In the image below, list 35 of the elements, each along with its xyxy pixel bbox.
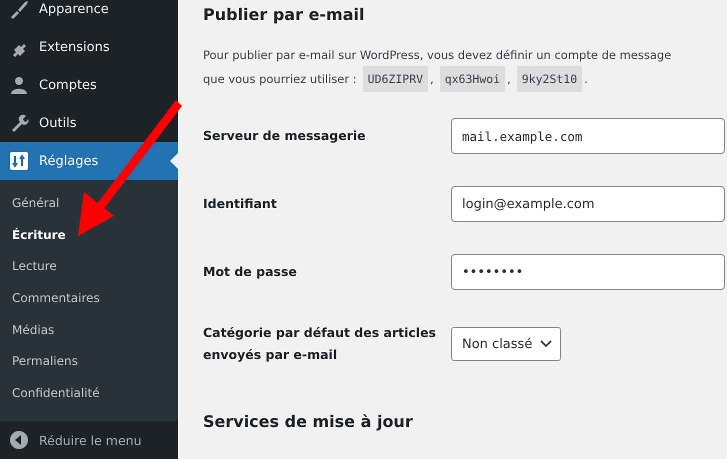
intro-text: Pour publier par e-mail sur WordPress, vous devez définir un compte de message [203,47,672,64]
submenu-item[interactable]: Général [0,188,178,220]
submenu-item[interactable]: Commentaires [0,283,178,315]
section-heading: Services de mise à jour [203,411,414,433]
section-heading: Publier par e-mail [203,4,366,26]
field-label: Mot de passe [203,263,298,281]
code-snippet: 9ky2St10 [516,66,582,92]
field-label: Catégorie par défaut des articles envoyés par e-mail [203,324,437,364]
submenu-item[interactable]: Confidentialité [0,378,178,410]
sliders-icon [9,151,29,171]
sidebar-item[interactable]: Comptes [0,66,178,104]
intro-text: que vous pourriez utiliser : [203,71,357,88]
input-field[interactable]: •••••••• [451,254,725,290]
category-dropdown[interactable]: Non classé [451,327,562,361]
punctuation: , [430,71,434,88]
brush-icon [9,0,29,19]
code-snippet: UD6ZIPRV [362,66,428,92]
submenu-item[interactable]: Permaliens [0,346,178,378]
submenu-item[interactable]: Écriture [0,220,178,252]
sidebar-item[interactable]: Extensions [0,28,178,66]
submenu-item[interactable]: Médias [0,314,178,346]
sidebar-item[interactable]: Outils [0,104,178,142]
input-field[interactable]: mail.example.com [451,118,725,154]
punctuation: , [507,71,511,88]
chevron-down-icon [540,340,552,348]
sidebar-item[interactable]: Apparence [0,0,178,28]
person-icon [9,75,29,95]
field-label: Identifiant [203,195,278,213]
collapse-icon [9,430,29,450]
submenu-item[interactable]: Lecture [0,251,178,284]
field-label: Serveur de messagerie [203,127,367,145]
input-field[interactable]: login@example.com [451,186,725,222]
code-snippet: qx63Hwoi [440,66,506,92]
punctuation: . [584,71,588,88]
sidebar-item[interactable]: Réglages [0,142,178,180]
